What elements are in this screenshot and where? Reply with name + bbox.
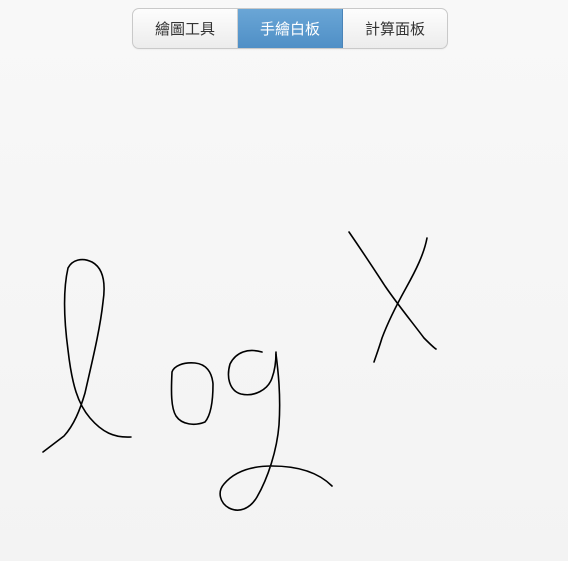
handwriting-ink (42, 231, 437, 511)
ink-stroke-o (170, 362, 214, 426)
ink-stroke-g-loop (227, 349, 277, 396)
ink-stroke-x-1 (348, 231, 437, 350)
ink-stroke-x-2 (373, 237, 428, 363)
ink-stroke-g-tail (219, 353, 333, 511)
handwriting-canvas[interactable] (0, 60, 568, 561)
ink-stroke-l (42, 258, 132, 453)
